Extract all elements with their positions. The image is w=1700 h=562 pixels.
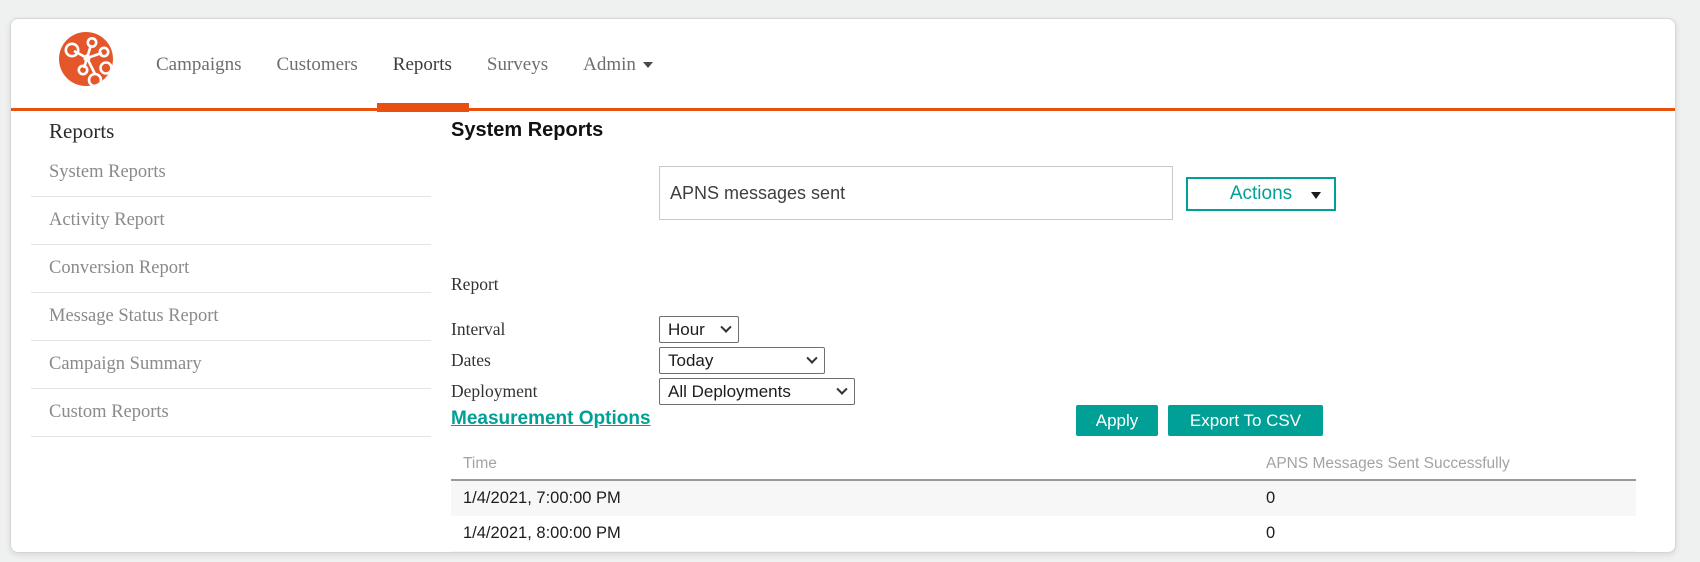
chevron-down-icon: [642, 62, 653, 68]
table-cell-time: 1/4/2021, 8:00:00 PM: [463, 524, 621, 542]
table-cell-time: 1/4/2021, 7:00:00 PM: [463, 489, 621, 507]
nav-item-surveys[interactable]: Surveys: [487, 19, 548, 111]
table-header-row: Time APNS Messages Sent Successfully: [451, 448, 1636, 481]
dates-select[interactable]: Today: [659, 347, 825, 374]
page-title: System Reports: [451, 119, 604, 141]
sidebar-item-system-reports[interactable]: System Reports: [31, 149, 431, 197]
brand-network-logo[interactable]: [59, 32, 113, 86]
app-window: Campaigns Customers Reports Surveys Admi…: [10, 18, 1676, 553]
system-reports-panel: System Reports Report Actions Interval H…: [451, 111, 1645, 552]
sidebar-item-message-status-report[interactable]: Message Status Report: [31, 293, 431, 341]
deployment-selected-value: All Deployments: [668, 381, 791, 401]
nav-item-admin[interactable]: Admin: [583, 19, 653, 111]
report-input[interactable]: [659, 166, 1173, 220]
deployment-field-label: Deployment: [451, 381, 538, 401]
interval-field-label: Interval: [451, 319, 506, 339]
reports-sidebar: Reports System Reports Activity Report C…: [11, 111, 441, 552]
report-field-label: Report: [451, 274, 499, 294]
table-header-time: Time: [463, 454, 497, 472]
table-cell-value: 0: [1266, 524, 1276, 542]
chevron-down-icon: [720, 321, 732, 333]
nav-item-customers[interactable]: Customers: [277, 19, 358, 111]
actions-button-label: Actions: [1229, 183, 1293, 204]
chevron-down-icon: [806, 352, 818, 364]
sidebar-item-conversion-report[interactable]: Conversion Report: [31, 245, 431, 293]
dates-field-label: Dates: [451, 350, 491, 370]
export-to-csv-button[interactable]: Export To CSV: [1168, 405, 1323, 436]
sidebar-item-activity-report[interactable]: Activity Report: [31, 197, 431, 245]
caret-down-icon: [1311, 192, 1321, 199]
apply-button[interactable]: Apply: [1076, 405, 1158, 436]
table-header-apns-messages: APNS Messages Sent Successfully: [1266, 454, 1510, 472]
sidebar-item-custom-reports[interactable]: Custom Reports: [31, 389, 431, 437]
interval-select[interactable]: Hour: [659, 316, 739, 343]
table-row[interactable]: 1/4/2021, 9:00:00 PM 0: [451, 551, 1636, 552]
report-results-table: Time APNS Messages Sent Successfully 1/4…: [451, 448, 1636, 552]
interval-selected-value: Hour: [668, 319, 705, 339]
sidebar-list: System Reports Activity Report Conversio…: [31, 149, 431, 437]
sidebar-item-campaign-summary[interactable]: Campaign Summary: [31, 341, 431, 389]
nav-item-reports[interactable]: Reports: [376, 19, 470, 112]
nav-item-campaigns[interactable]: Campaigns: [156, 19, 242, 111]
chevron-down-icon: [836, 383, 848, 395]
primary-nav: Campaigns Customers Reports Surveys Admi…: [156, 19, 653, 112]
top-nav-bar: Campaigns Customers Reports Surveys Admi…: [11, 19, 1675, 112]
table-row[interactable]: 1/4/2021, 7:00:00 PM 0: [451, 481, 1636, 516]
table-cell-value: 0: [1266, 489, 1276, 507]
table-row[interactable]: 1/4/2021, 8:00:00 PM 0: [451, 516, 1636, 551]
sidebar-title: Reports: [49, 119, 115, 143]
deployment-select[interactable]: All Deployments: [659, 378, 855, 405]
dates-selected-value: Today: [668, 350, 714, 370]
measurement-options-link[interactable]: Measurement Options: [451, 408, 651, 430]
nav-item-admin-label: Admin: [583, 54, 636, 75]
actions-dropdown-button[interactable]: Actions: [1186, 177, 1336, 211]
